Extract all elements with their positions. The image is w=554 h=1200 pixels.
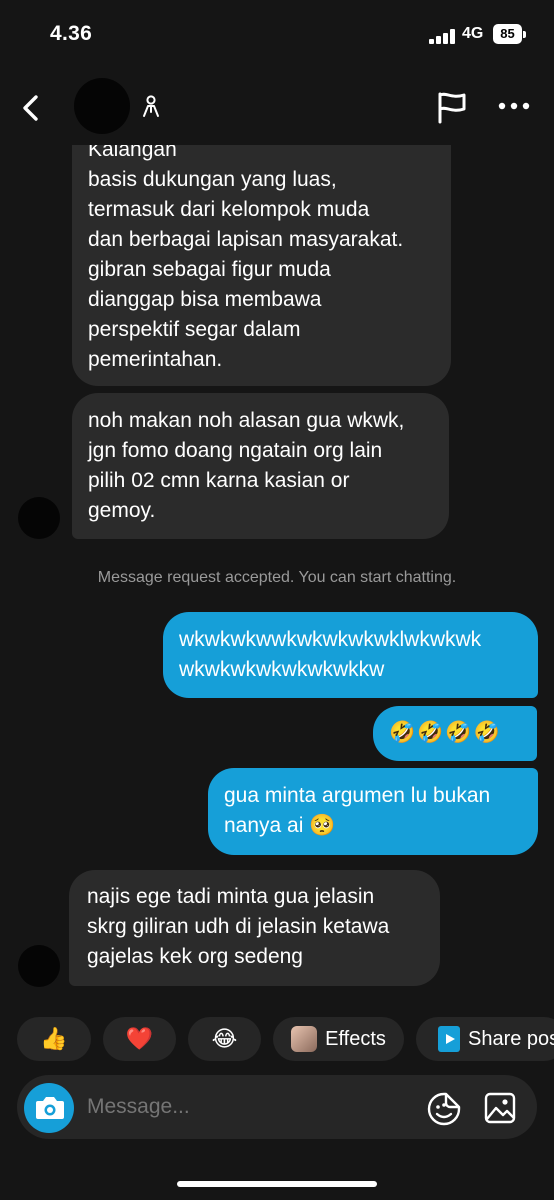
more-horizontal-icon: [498, 102, 530, 110]
message-text: wkwkwkwwkwkwkwkwklwkwkwk wkwkwkwkwkwkwkk…: [179, 628, 482, 681]
battery-cap: [523, 31, 526, 38]
avatar[interactable]: [18, 945, 60, 987]
signal-icon: [429, 28, 457, 44]
laughing-reaction-button[interactable]: 😂: [188, 1017, 261, 1061]
report-flag-button[interactable]: [434, 90, 470, 126]
message-text: noh makan noh alasan gua wkwk, jgn fomo …: [88, 409, 405, 522]
system-note: Message request accepted. You can start …: [97, 569, 457, 586]
chat-header: [0, 70, 554, 145]
message-bubble-outgoing[interactable]: 🤣🤣🤣🤣: [373, 706, 537, 761]
effects-button[interactable]: Effects: [273, 1017, 404, 1061]
back-button[interactable]: [14, 88, 50, 128]
flag-icon: [438, 92, 466, 124]
avatar[interactable]: [74, 78, 130, 134]
home-indicator[interactable]: [177, 1181, 377, 1187]
more-options-button[interactable]: [496, 94, 536, 118]
heart-icon: ❤️: [125, 1026, 154, 1051]
message-composer: [17, 1075, 537, 1139]
message-bubble-incoming[interactable]: Kalangan basis dukungan yang luas, terma…: [72, 145, 451, 386]
share-post-label: Share pos: [468, 1027, 554, 1050]
message-text: Kalangan basis dukungan yang luas, terma…: [88, 145, 404, 371]
person-icon: [140, 94, 162, 118]
camera-icon: [36, 1097, 64, 1119]
avatar[interactable]: [18, 497, 60, 539]
message-input[interactable]: [87, 1092, 407, 1122]
share-post-icon: [438, 1026, 460, 1052]
network-type: 4G: [462, 25, 484, 42]
laughing-face-icon: 😂: [211, 1026, 238, 1051]
message-text: 🤣🤣🤣🤣: [389, 721, 502, 744]
message-list[interactable]: Kalangan basis dukungan yang luas, terma…: [0, 145, 554, 1007]
heart-reaction-button[interactable]: ❤️: [103, 1017, 176, 1061]
status-bar: 4.36 4G 85: [0, 0, 554, 70]
gallery-button[interactable]: [483, 1091, 517, 1125]
share-post-button[interactable]: Share pos: [416, 1017, 554, 1061]
status-time: 4.36: [50, 22, 93, 45]
message-bubble-incoming[interactable]: najis ege tadi minta gua jelasin skrg gi…: [69, 870, 440, 986]
message-bubble-outgoing[interactable]: wkwkwkwwkwkwkwkwklwkwkwk wkwkwkwkwkwkwkk…: [163, 612, 538, 698]
effects-thumbnail-icon: [291, 1026, 318, 1052]
chevron-left-icon: [23, 95, 38, 121]
sticker-icon: [427, 1092, 461, 1126]
message-text: gua minta argumen lu bukan nanya ai 🥺: [224, 784, 491, 837]
quick-reactions-bar: 👍 ❤️ 😂 Effects Share pos: [0, 1017, 554, 1063]
message-bubble-outgoing[interactable]: gua minta argumen lu bukan nanya ai 🥺: [208, 768, 538, 855]
battery-icon: 85: [493, 24, 522, 44]
camera-button[interactable]: [24, 1083, 74, 1133]
message-text: najis ege tadi minta gua jelasin skrg gi…: [87, 885, 390, 968]
thumbs-up-icon: 👍: [40, 1026, 68, 1051]
gallery-icon: [484, 1092, 516, 1124]
effects-label: Effects: [325, 1027, 386, 1050]
message-bubble-incoming[interactable]: noh makan noh alasan gua wkwk, jgn fomo …: [72, 393, 449, 539]
thumbs-up-reaction-button[interactable]: 👍: [17, 1017, 91, 1061]
sticker-button[interactable]: [427, 1092, 461, 1126]
